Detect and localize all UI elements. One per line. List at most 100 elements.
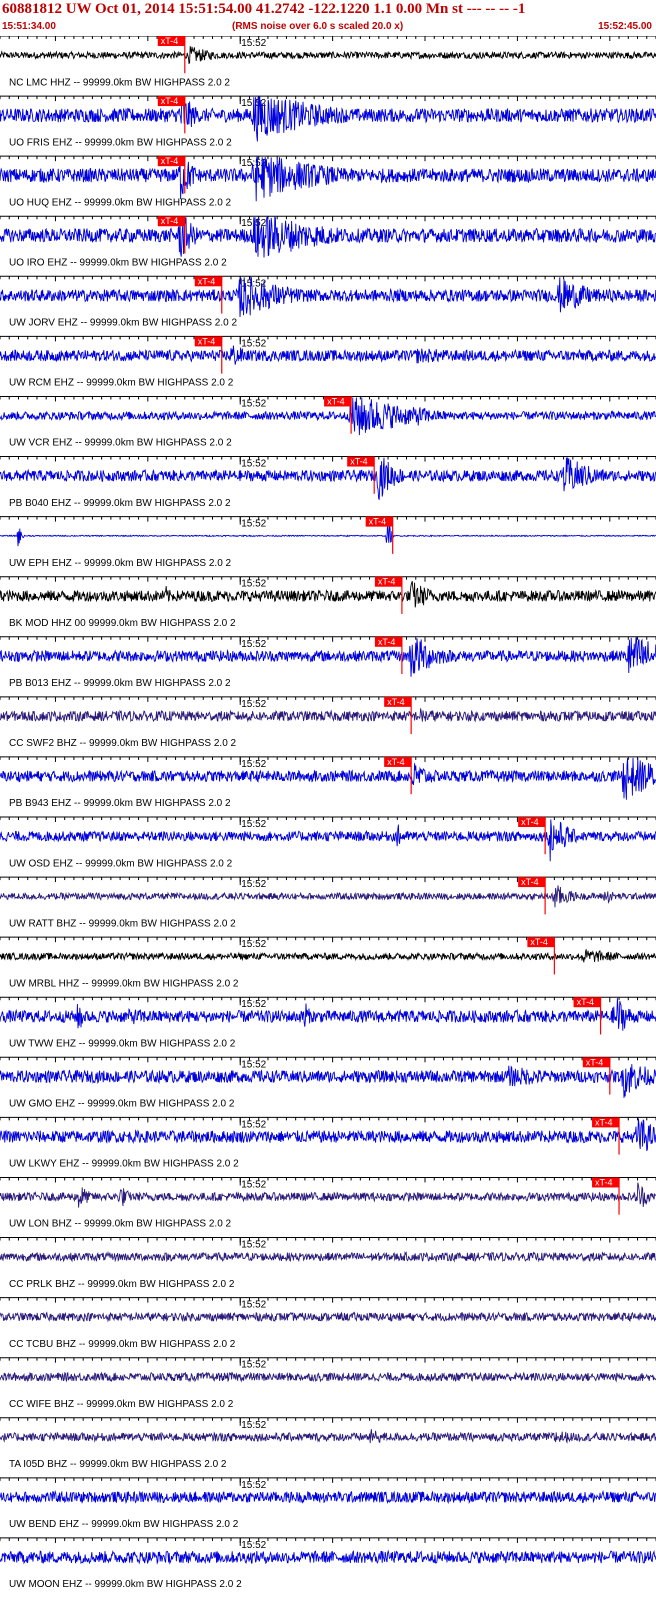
trace-label: TA I05D BHZ -- 99999.0km BW HIGHPASS 2.0… bbox=[9, 1459, 227, 1470]
second-ticks bbox=[0, 696, 656, 702]
minute-tick-label: 15:52 bbox=[241, 939, 266, 950]
waveform-trace bbox=[0, 156, 656, 202]
trace-label: UW RCM EHZ -- 99999.0km BW HIGHPASS 2.0 … bbox=[9, 378, 234, 389]
start-time-label: 15:51:34.00 bbox=[2, 21, 56, 32]
pick-label: xT-4 bbox=[161, 216, 179, 226]
minute-tick-label: 15:52 bbox=[241, 759, 266, 770]
second-ticks bbox=[0, 456, 656, 462]
minute-tick-label: 15:52 bbox=[241, 1119, 266, 1130]
trace-label: UW GMO EHZ -- 99999.0km BW HIGHPASS 2.0 … bbox=[9, 1099, 235, 1110]
waveform-trace bbox=[0, 998, 656, 1031]
waveform-trace bbox=[0, 216, 656, 258]
pick-label: xT-4 bbox=[369, 517, 387, 527]
minute-tick-label: 15:52 bbox=[241, 459, 266, 470]
minute-tick-label: 15:52 bbox=[241, 879, 266, 890]
second-ticks bbox=[0, 636, 656, 642]
second-ticks bbox=[0, 1477, 656, 1483]
minute-tick-label: 15:52 bbox=[241, 38, 266, 49]
trace-label: UW MRBL HHZ -- 99999.0km BW HIGHPASS 2.0… bbox=[9, 978, 239, 989]
second-ticks bbox=[0, 1237, 656, 1243]
trace-label: UO HUQ EHZ -- 99999.0km BW HIGHPASS 2.0 … bbox=[9, 197, 232, 208]
minute-tick-label: 15:52 bbox=[241, 639, 266, 650]
end-time-label: 15:52:45.00 bbox=[598, 21, 652, 32]
second-ticks bbox=[0, 1417, 656, 1423]
trace-label: UW LON BHZ -- 99999.0km BW HIGHPASS 2.0 … bbox=[9, 1219, 232, 1230]
trace-label: CC WIFE BHZ -- 99999.0km BW HIGHPASS 2.0… bbox=[9, 1399, 234, 1410]
waveform-trace bbox=[0, 96, 656, 142]
second-ticks bbox=[0, 276, 656, 282]
minute-tick-label: 15:52 bbox=[241, 1480, 266, 1491]
second-ticks bbox=[0, 937, 656, 943]
minute-tick-label: 15:52 bbox=[241, 1059, 266, 1070]
waveform-trace bbox=[0, 457, 656, 500]
pick-label: xT-4 bbox=[595, 1117, 613, 1127]
second-ticks bbox=[0, 216, 656, 222]
waveform-trace bbox=[0, 1311, 656, 1323]
minute-tick-label: 15:52 bbox=[241, 579, 266, 590]
waveform-trace bbox=[0, 520, 656, 547]
waveform-trace bbox=[0, 1489, 656, 1505]
second-ticks bbox=[0, 1117, 656, 1123]
plot-header: 60881812 UW Oct 01, 2014 15:51:54.00 41.… bbox=[0, 0, 656, 36]
pick-label: xT-4 bbox=[586, 1057, 604, 1067]
pick-label: xT-4 bbox=[378, 577, 396, 587]
second-ticks bbox=[0, 817, 656, 822]
second-ticks bbox=[0, 156, 656, 162]
pick-label: xT-4 bbox=[387, 697, 405, 707]
pick-label: xT-4 bbox=[387, 757, 405, 767]
pick-label: xT-4 bbox=[161, 36, 179, 46]
waveform-trace bbox=[0, 757, 656, 800]
trace-label: UW JORV EHZ -- 99999.0km BW HIGHPASS 2.0… bbox=[9, 318, 237, 329]
waveform-trace bbox=[0, 1118, 656, 1152]
pick-label: xT-4 bbox=[161, 96, 179, 106]
waveform-trace bbox=[0, 1429, 656, 1444]
second-ticks bbox=[0, 1297, 656, 1303]
trace-label: NC LMC HHZ -- 99999.0km BW HIGHPASS 2.0 … bbox=[9, 77, 230, 88]
second-ticks bbox=[0, 336, 656, 342]
pick-label: xT-4 bbox=[521, 877, 539, 887]
trace-label: UW LKWY EHZ -- 99999.0km BW HIGHPASS 2.0… bbox=[9, 1159, 239, 1170]
minute-tick-label: 15:52 bbox=[241, 699, 266, 710]
minute-tick-label: 15:52 bbox=[241, 338, 266, 349]
minute-tick-label: 15:52 bbox=[241, 819, 266, 830]
waveform-trace bbox=[0, 46, 656, 65]
waveform-trace bbox=[0, 1182, 656, 1208]
second-ticks bbox=[0, 36, 656, 41]
pick-label: xT-4 bbox=[198, 336, 216, 346]
waveform-trace bbox=[0, 276, 656, 318]
minute-tick-label: 15:52 bbox=[241, 1420, 266, 1431]
trace-label: UO FRIS EHZ -- 99999.0km BW HIGHPASS 2.0… bbox=[9, 137, 232, 148]
waveform-trace bbox=[0, 949, 656, 963]
waveform-trace bbox=[0, 819, 656, 862]
pick-label: xT-4 bbox=[521, 817, 539, 827]
pick-label: xT-4 bbox=[378, 637, 396, 647]
second-ticks bbox=[0, 756, 656, 762]
event-title: 60881812 UW Oct 01, 2014 15:51:54.00 41.… bbox=[2, 1, 526, 17]
trace-label: CC PRLK BHZ -- 99999.0km BW HIGHPASS 2.0… bbox=[9, 1279, 235, 1290]
trace-label: UW MOON EHZ -- 99999.0km BW HIGHPASS 2.0… bbox=[9, 1579, 242, 1590]
trace-label: UW EPH EHZ -- 99999.0km BW HIGHPASS 2.0 … bbox=[9, 558, 232, 569]
minute-tick-label: 15:52 bbox=[241, 1360, 266, 1371]
second-ticks bbox=[0, 516, 656, 522]
seismogram-plot: 15:52 NC LMC HHZ -- 99999.0km BW HIGHPASS… bbox=[0, 36, 656, 1590]
second-ticks bbox=[0, 1357, 656, 1363]
waveform-trace bbox=[0, 1250, 656, 1263]
second-ticks bbox=[0, 1177, 656, 1183]
second-ticks bbox=[0, 1057, 656, 1063]
minute-tick-label: 15:52 bbox=[241, 1300, 266, 1311]
waveform-trace bbox=[0, 580, 656, 608]
waveform-trace bbox=[0, 345, 656, 365]
waveform-trace bbox=[0, 885, 656, 908]
waveform-trace bbox=[0, 708, 656, 723]
waveform-trace bbox=[0, 1549, 656, 1565]
pick-label: xT-4 bbox=[530, 937, 548, 947]
second-ticks bbox=[0, 1537, 656, 1543]
minute-tick-label: 15:52 bbox=[241, 519, 266, 530]
trace-label: PB B013 EHZ -- 99999.0km BW HIGHPASS 2.0… bbox=[9, 678, 231, 689]
minute-tick-label: 15:52 bbox=[241, 1540, 266, 1551]
minute-tick-label: 15:52 bbox=[241, 1240, 266, 1251]
minute-tick-label: 15:52 bbox=[241, 999, 266, 1010]
pick-label: xT-4 bbox=[327, 396, 345, 406]
trace-label: CC TCBU BHZ -- 99999.0km BW HIGHPASS 2.0… bbox=[9, 1339, 236, 1350]
trace-label: UW TWW EHZ -- 99999.0km BW HIGHPASS 2.0 … bbox=[9, 1038, 236, 1049]
